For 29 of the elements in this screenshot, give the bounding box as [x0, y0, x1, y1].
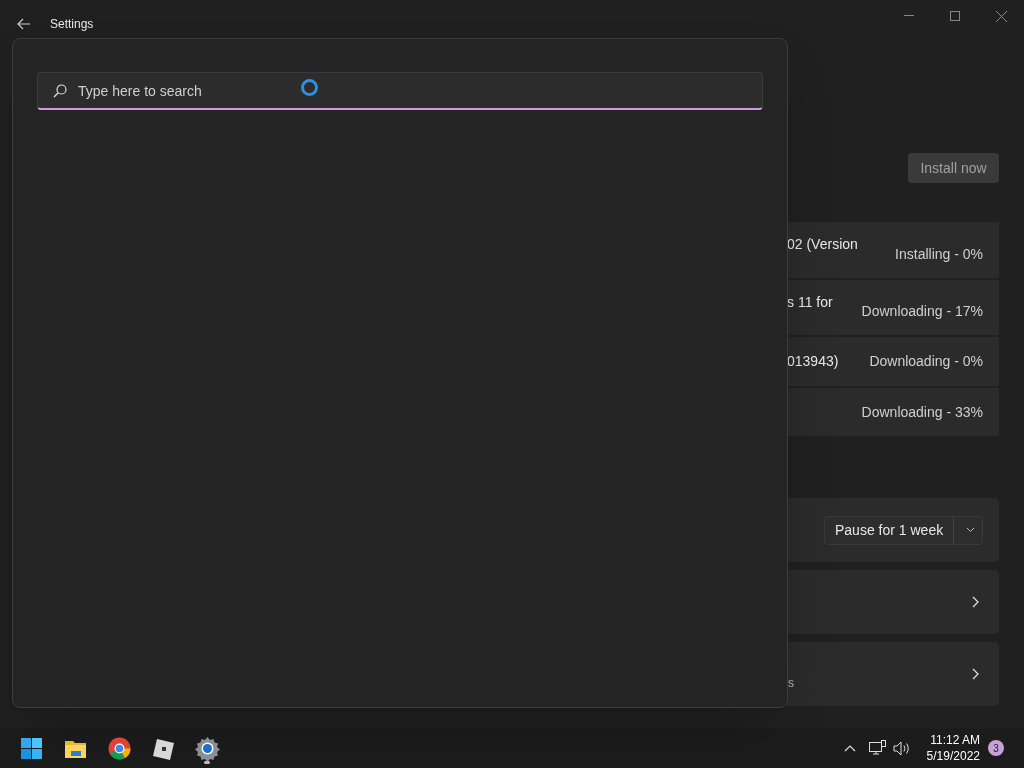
network-icon[interactable] — [868, 740, 886, 756]
update-status: Downloading - 33% — [861, 402, 983, 422]
maximize-icon — [950, 11, 960, 21]
minimize-icon — [904, 15, 914, 17]
search-icon — [53, 84, 67, 98]
chevron-down-icon — [966, 527, 976, 533]
update-status: Downloading - 0% — [869, 352, 983, 371]
gear-icon — [194, 735, 220, 761]
row-description: s — [788, 675, 794, 692]
install-now-button[interactable]: Install now — [908, 153, 999, 183]
close-icon — [995, 10, 1007, 22]
update-name: s 11 for — [787, 293, 833, 312]
window-title: Settings — [50, 16, 94, 33]
chrome-icon — [106, 735, 132, 761]
update-name: 013943) — [787, 352, 839, 371]
chevron-right-icon — [972, 596, 979, 608]
running-indicator — [204, 761, 210, 764]
search-field[interactable]: Type here to search — [37, 72, 763, 110]
update-name: 02 (Version — [787, 235, 858, 254]
notification-badge[interactable]: 3 — [988, 740, 1004, 756]
volume-icon[interactable] — [892, 740, 911, 756]
windows-logo-icon — [18, 735, 44, 761]
update-status: Installing - 0% — [895, 244, 983, 264]
chevron-right-icon — [972, 668, 979, 680]
pause-dropdown[interactable]: Pause for 1 week — [824, 515, 983, 545]
loading-ring-icon — [300, 78, 319, 97]
settings-row[interactable]: s — [787, 642, 999, 706]
update-status: Downloading - 17% — [861, 302, 983, 321]
clock[interactable]: 11:12 AM 5/19/2022 — [926, 732, 980, 764]
